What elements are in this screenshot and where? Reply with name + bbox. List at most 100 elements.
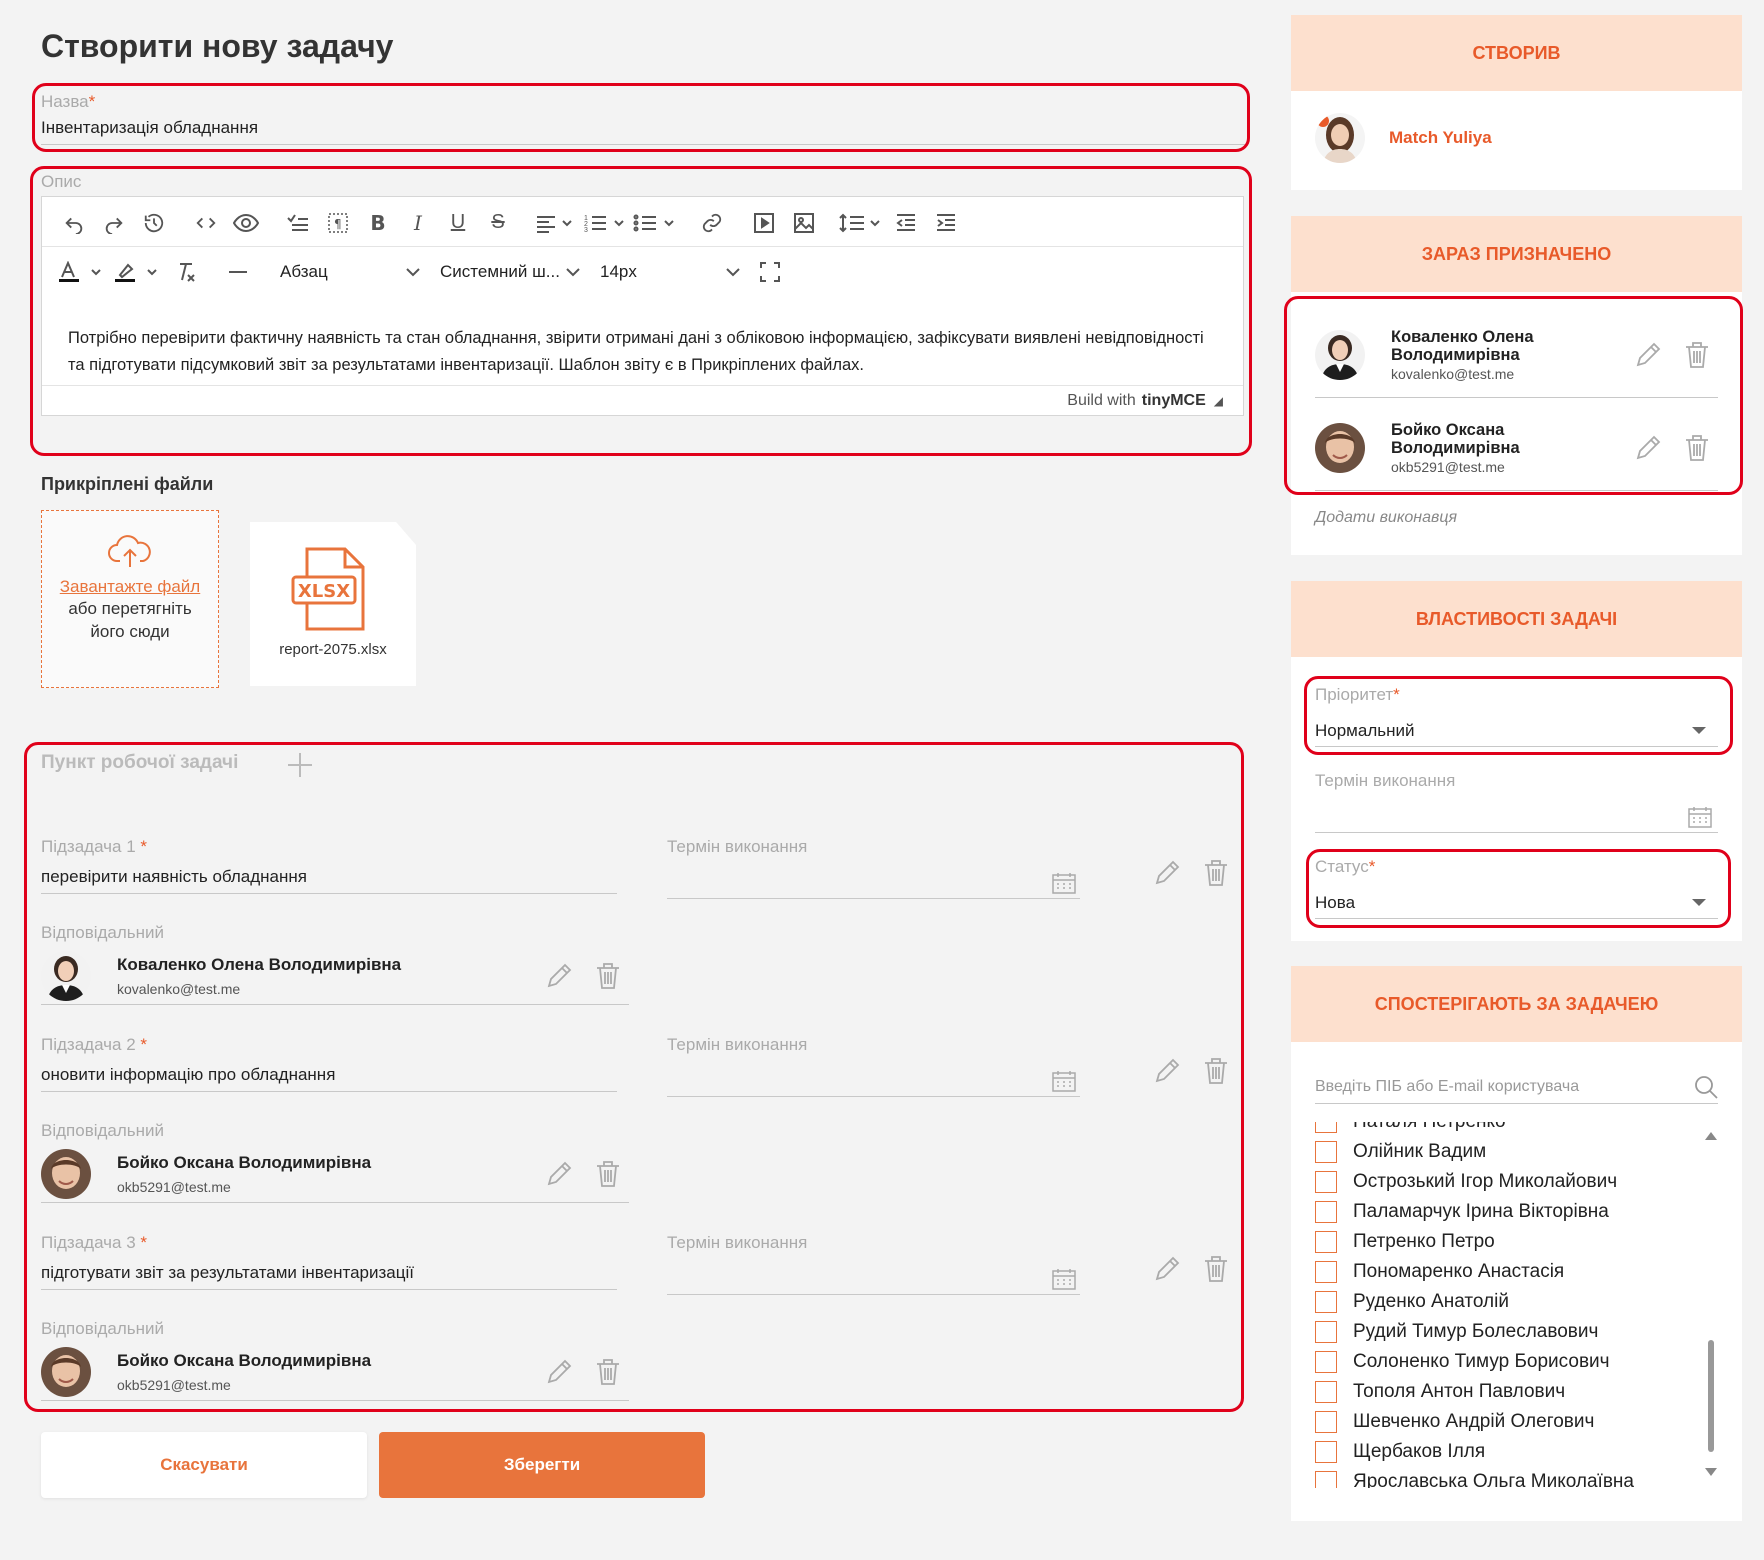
trash-icon[interactable] bbox=[1203, 859, 1229, 887]
watchers-search-input[interactable] bbox=[1315, 1077, 1675, 1096]
trash-icon[interactable] bbox=[1203, 1057, 1229, 1085]
subtask-name-field[interactable]: Підзадача 1 * перевірити наявність облад… bbox=[41, 837, 617, 894]
upload-file-link[interactable]: Завантажте файл bbox=[42, 577, 218, 597]
italic-icon[interactable]: I bbox=[398, 203, 438, 243]
file-upload-dropzone[interactable]: Завантажте файл або перетягніть його сюд… bbox=[41, 510, 219, 688]
list-options-icon[interactable] bbox=[278, 203, 318, 243]
subtask-due-field[interactable]: Термін виконання bbox=[667, 837, 1080, 899]
task-name-field[interactable]: Назва* Інвентаризація обладнання bbox=[41, 92, 1245, 145]
checkbox[interactable] bbox=[1315, 1141, 1337, 1163]
list-item[interactable]: Руденко Анатолій bbox=[1315, 1287, 1695, 1317]
watchers-scrollbar[interactable] bbox=[1703, 1130, 1719, 1478]
underline-icon[interactable]: U bbox=[438, 203, 478, 243]
list-item[interactable]: Петренко Петро bbox=[1315, 1227, 1695, 1257]
trash-icon[interactable] bbox=[1684, 434, 1710, 462]
calendar-icon[interactable] bbox=[1052, 872, 1076, 894]
cancel-button[interactable]: Скасувати bbox=[41, 1432, 367, 1498]
checkbox[interactable] bbox=[1315, 1381, 1337, 1403]
trash-icon[interactable] bbox=[595, 962, 621, 990]
list-item[interactable]: Рудий Тимур Болеславович bbox=[1315, 1317, 1695, 1347]
scroll-up-arrow-icon[interactable] bbox=[1703, 1130, 1719, 1142]
trash-icon[interactable] bbox=[595, 1160, 621, 1188]
font-family-select[interactable]: Системний ш... bbox=[430, 254, 590, 290]
bold-icon[interactable]: B bbox=[358, 203, 398, 243]
list-item[interactable]: Тополя Антон Павлович bbox=[1315, 1377, 1695, 1407]
edit-pencil-icon[interactable] bbox=[1153, 859, 1181, 887]
subtask-name-input[interactable]: оновити інформацію про обладнання bbox=[41, 1065, 617, 1092]
subtask-name-input[interactable]: перевірити наявність обладнання bbox=[41, 867, 617, 894]
list-item[interactable]: Острозький Ігор Миколайович bbox=[1315, 1167, 1695, 1197]
checkbox[interactable] bbox=[1315, 1171, 1337, 1193]
calendar-icon[interactable] bbox=[1688, 806, 1712, 828]
bullet-list-icon[interactable] bbox=[630, 203, 680, 243]
list-item[interactable]: Солоненко Тимур Борисович bbox=[1315, 1347, 1695, 1377]
list-item[interactable]: Ярославська Ольга Миколаївна bbox=[1315, 1467, 1695, 1488]
list-item[interactable]: Олійник Вадим bbox=[1315, 1137, 1695, 1167]
edit-pencil-icon[interactable] bbox=[1634, 341, 1662, 369]
numbered-list-icon[interactable]: 123 bbox=[580, 203, 630, 243]
checkbox[interactable] bbox=[1315, 1471, 1337, 1488]
priority-select[interactable]: Пріоритет* Нормальний bbox=[1315, 685, 1718, 747]
subtask-due-field[interactable]: Термін виконання bbox=[667, 1233, 1080, 1295]
edit-pencil-icon[interactable] bbox=[1634, 434, 1662, 462]
task-name-input[interactable]: Інвентаризація обладнання bbox=[41, 118, 1245, 145]
clear-format-icon[interactable] bbox=[166, 252, 206, 292]
history-icon[interactable] bbox=[134, 203, 174, 243]
link-icon[interactable] bbox=[692, 203, 732, 243]
horizontal-rule-icon[interactable] bbox=[218, 252, 258, 292]
align-dropdown-icon[interactable] bbox=[530, 203, 580, 243]
subtask-name-field[interactable]: Підзадача 2 * оновити інформацію про обл… bbox=[41, 1035, 617, 1092]
edit-pencil-icon[interactable] bbox=[1153, 1255, 1181, 1283]
redo-icon[interactable] bbox=[94, 203, 134, 243]
checkbox[interactable] bbox=[1315, 1201, 1337, 1223]
highlight-color-icon[interactable] bbox=[110, 252, 166, 292]
add-subtask-button[interactable] bbox=[287, 752, 313, 778]
attached-file-card[interactable]: XLSX report-2075.xlsx bbox=[250, 522, 416, 686]
checkbox[interactable] bbox=[1315, 1291, 1337, 1313]
edit-pencil-icon[interactable] bbox=[545, 962, 573, 990]
preview-eye-icon[interactable] bbox=[226, 203, 266, 243]
undo-icon[interactable] bbox=[54, 203, 94, 243]
subtask-name-input[interactable]: підготувати звіт за результатами інвента… bbox=[41, 1263, 617, 1290]
fullscreen-icon[interactable] bbox=[750, 252, 790, 292]
checkbox[interactable] bbox=[1315, 1411, 1337, 1433]
due-date-field[interactable]: Термін виконання bbox=[1315, 771, 1718, 833]
list-item[interactable]: Шевченко Андрій Олегович bbox=[1315, 1407, 1695, 1437]
source-code-icon[interactable] bbox=[186, 203, 226, 243]
media-icon[interactable] bbox=[744, 203, 784, 243]
block-format-select[interactable]: Абзац bbox=[270, 254, 430, 290]
add-executor-link[interactable]: Додати виконавця bbox=[1315, 509, 1457, 527]
scrollbar-thumb[interactable] bbox=[1708, 1340, 1714, 1452]
checkbox[interactable] bbox=[1315, 1351, 1337, 1373]
strikethrough-icon[interactable]: S bbox=[478, 203, 518, 243]
line-height-icon[interactable] bbox=[836, 203, 886, 243]
subtask-name-field[interactable]: Підзадача 3 * підготувати звіт за резуль… bbox=[41, 1233, 617, 1290]
calendar-icon[interactable] bbox=[1052, 1268, 1076, 1290]
list-item[interactable]: Пономаренко Анастасія bbox=[1315, 1257, 1695, 1287]
edit-pencil-icon[interactable] bbox=[545, 1160, 573, 1188]
show-blocks-icon[interactable]: ¶ bbox=[318, 203, 358, 243]
search-icon[interactable] bbox=[1694, 1075, 1718, 1099]
checkbox[interactable] bbox=[1315, 1261, 1337, 1283]
calendar-icon[interactable] bbox=[1052, 1070, 1076, 1092]
font-size-select[interactable]: 14px bbox=[590, 254, 750, 290]
checkbox[interactable] bbox=[1315, 1321, 1337, 1343]
save-button[interactable]: Зберегти bbox=[379, 1432, 705, 1498]
image-icon[interactable] bbox=[784, 203, 824, 243]
subtask-due-field[interactable]: Термін виконання bbox=[667, 1035, 1080, 1097]
outdent-icon[interactable] bbox=[886, 203, 926, 243]
list-item[interactable]: Паламарчук Ірина Вікторівна bbox=[1315, 1197, 1695, 1227]
checkbox[interactable] bbox=[1315, 1231, 1337, 1253]
resize-handle-icon[interactable]: ◢ bbox=[1214, 394, 1223, 408]
text-color-icon[interactable] bbox=[54, 252, 110, 292]
edit-pencil-icon[interactable] bbox=[1153, 1057, 1181, 1085]
checkbox[interactable] bbox=[1315, 1441, 1337, 1463]
list-item[interactable]: Щербаков Ілля bbox=[1315, 1437, 1695, 1467]
trash-icon[interactable] bbox=[595, 1358, 621, 1386]
scroll-down-arrow-icon[interactable] bbox=[1703, 1466, 1719, 1478]
edit-pencil-icon[interactable] bbox=[545, 1358, 573, 1386]
checkbox[interactable] bbox=[1315, 1122, 1337, 1133]
trash-icon[interactable] bbox=[1684, 341, 1710, 369]
trash-icon[interactable] bbox=[1203, 1255, 1229, 1283]
indent-icon[interactable] bbox=[926, 203, 966, 243]
